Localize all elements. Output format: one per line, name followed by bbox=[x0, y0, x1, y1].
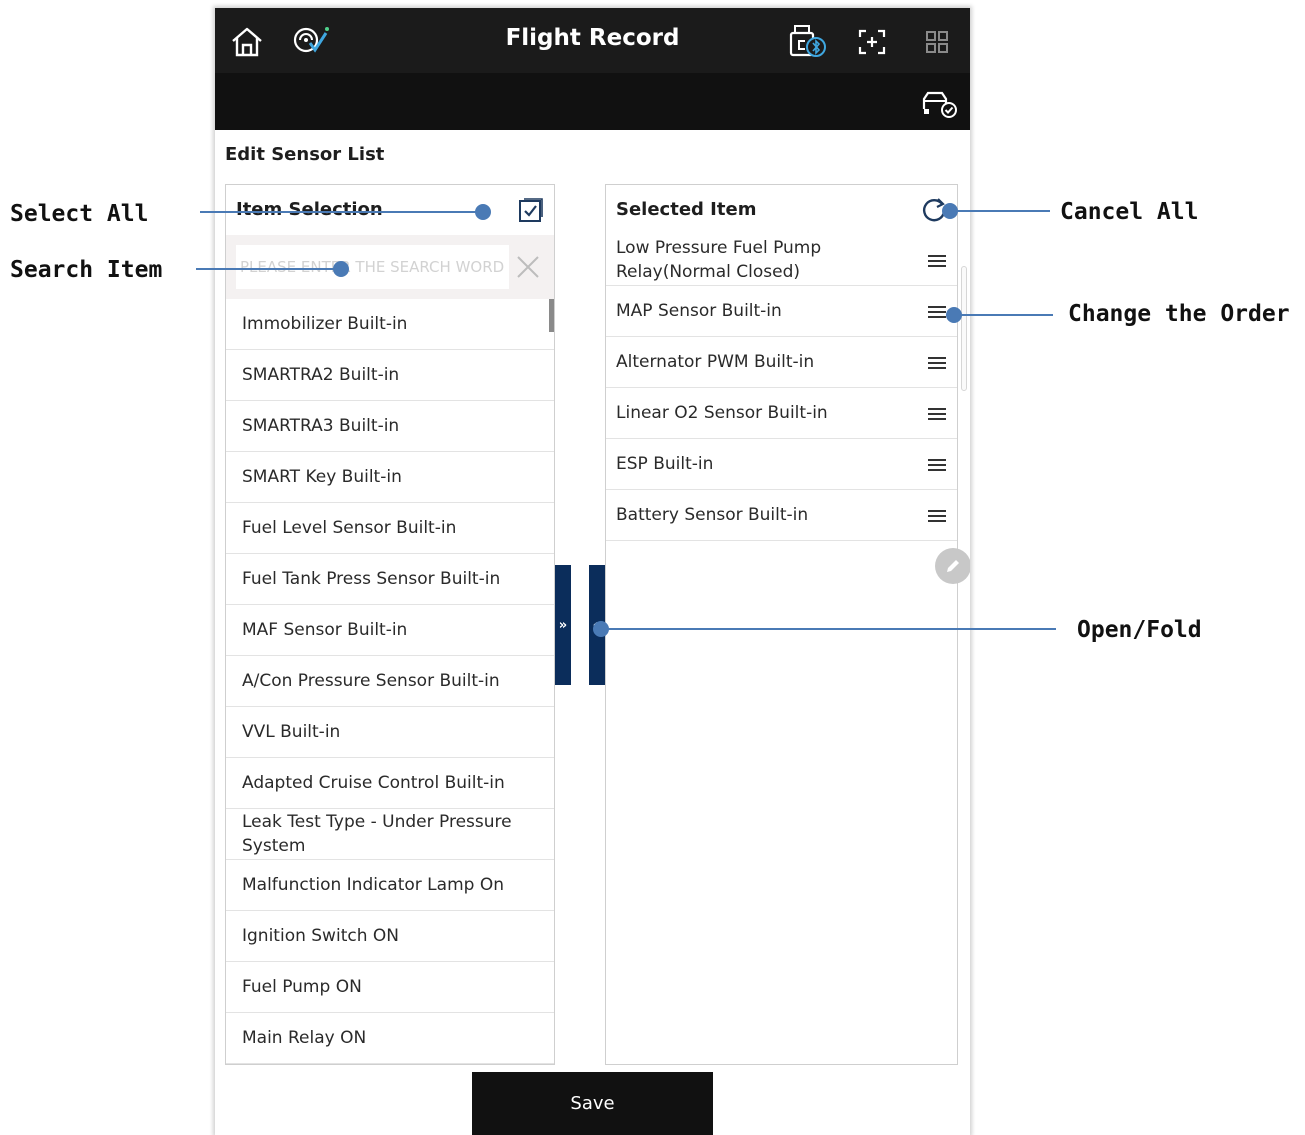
selected-item[interactable]: Linear O2 Sensor Built-in bbox=[606, 388, 957, 439]
selected-item-label: Alternator PWM Built-in bbox=[616, 352, 815, 372]
available-item-label: Main Relay ON bbox=[242, 1028, 367, 1048]
available-item[interactable]: Main Relay ON bbox=[226, 1013, 554, 1064]
selected-item-label: MAP Sensor Built-in bbox=[616, 301, 782, 321]
selected-item-label: Battery Sensor Built-in bbox=[616, 505, 809, 525]
available-item[interactable]: VVL Built-in bbox=[226, 707, 554, 758]
left-list-scrollbar[interactable] bbox=[549, 299, 554, 332]
grid-menu-icon[interactable] bbox=[924, 29, 950, 55]
available-item-label: SMART Key Built-in bbox=[242, 467, 402, 487]
sub-toolbar bbox=[215, 73, 970, 130]
search-item-annotation: Search Item bbox=[10, 257, 163, 283]
device-screen: Flight Record Edit Sensor List Item Sele… bbox=[215, 8, 970, 1135]
drag-handle-icon[interactable] bbox=[927, 457, 947, 473]
select-all-annotation: Select All bbox=[10, 201, 149, 227]
drag-handle-icon[interactable] bbox=[927, 406, 947, 422]
available-item-label: VVL Built-in bbox=[242, 722, 341, 742]
available-item-label: SMARTRA3 Built-in bbox=[242, 416, 400, 436]
drag-handle-icon[interactable] bbox=[927, 508, 947, 524]
change-order-annotation: Change the Order bbox=[1068, 301, 1290, 327]
available-item[interactable]: SMARTRA3 Built-in bbox=[226, 401, 554, 452]
open-panel-button[interactable]: » bbox=[555, 565, 571, 685]
car-check-icon[interactable] bbox=[920, 89, 958, 119]
fold-panel-button[interactable]: « bbox=[589, 565, 605, 685]
right-list-scrollbar[interactable] bbox=[961, 266, 967, 391]
search-bar bbox=[226, 235, 554, 299]
vci-bluetooth-icon[interactable] bbox=[787, 23, 829, 59]
available-item-label: MAF Sensor Built-in bbox=[242, 620, 408, 640]
available-item-label: Fuel Pump ON bbox=[242, 977, 362, 997]
available-item[interactable]: Fuel Pump ON bbox=[226, 962, 554, 1013]
available-item[interactable]: Fuel Level Sensor Built-in bbox=[226, 503, 554, 554]
available-item[interactable]: SMARTRA2 Built-in bbox=[226, 350, 554, 401]
available-item[interactable]: SMART Key Built-in bbox=[226, 452, 554, 503]
item-selection-panel: Item Selection Immobilizer Built-in SMAR… bbox=[225, 184, 555, 1065]
top-bar: Flight Record bbox=[215, 8, 970, 73]
cancel-all-refresh-icon[interactable] bbox=[920, 196, 948, 224]
available-item[interactable]: Fuel Tank Press Sensor Built-in bbox=[226, 554, 554, 605]
selected-item-header: Selected Item bbox=[606, 185, 957, 235]
available-item-label: SMARTRA2 Built-in bbox=[242, 365, 400, 385]
screen-capture-icon[interactable] bbox=[857, 28, 887, 56]
item-selection-title: Item Selection bbox=[236, 199, 383, 220]
selected-item-list: Low Pressure Fuel Pump Relay(Normal Clos… bbox=[606, 235, 957, 541]
available-item-label: Malfunction Indicator Lamp On bbox=[242, 875, 504, 895]
available-item[interactable]: Malfunction Indicator Lamp On bbox=[226, 860, 554, 911]
edit-button[interactable] bbox=[935, 548, 970, 584]
pencil-icon bbox=[947, 560, 959, 572]
available-item[interactable]: Leak Test Type - Under Pressure System bbox=[226, 809, 554, 860]
selected-item[interactable]: ESP Built-in bbox=[606, 439, 957, 490]
selected-item[interactable]: MAP Sensor Built-in bbox=[606, 286, 957, 337]
item-selection-header: Item Selection bbox=[226, 185, 554, 235]
available-item-list: Immobilizer Built-in SMARTRA2 Built-in S… bbox=[226, 299, 554, 1064]
selected-item-label: Linear O2 Sensor Built-in bbox=[616, 403, 828, 423]
drag-handle-icon[interactable] bbox=[927, 253, 947, 269]
available-item[interactable]: A/Con Pressure Sensor Built-in bbox=[226, 656, 554, 707]
available-item[interactable]: Adapted Cruise Control Built-in bbox=[226, 758, 554, 809]
clear-search-icon[interactable] bbox=[516, 255, 540, 279]
select-all-checkbox-icon[interactable] bbox=[518, 197, 544, 223]
section-title: Edit Sensor List bbox=[225, 144, 385, 165]
selected-item[interactable]: Battery Sensor Built-in bbox=[606, 490, 957, 541]
save-button[interactable]: Save bbox=[472, 1072, 713, 1135]
available-item-label: Fuel Level Sensor Built-in bbox=[242, 518, 457, 538]
selected-item-label: ESP Built-in bbox=[616, 454, 714, 474]
selected-item-title: Selected Item bbox=[616, 199, 757, 220]
available-item-label: Fuel Tank Press Sensor Built-in bbox=[242, 569, 501, 589]
available-item-label: Adapted Cruise Control Built-in bbox=[242, 773, 505, 793]
available-item-label: Leak Test Type - Under Pressure System bbox=[242, 812, 512, 856]
available-item[interactable]: Immobilizer Built-in bbox=[226, 299, 554, 350]
available-item-label: A/Con Pressure Sensor Built-in bbox=[242, 671, 500, 691]
selected-item-label: Low Pressure Fuel Pump Relay(Normal Clos… bbox=[616, 238, 822, 282]
selected-item-panel: Selected Item Low Pressure Fuel Pump Rel… bbox=[605, 184, 958, 1065]
drag-handle-icon[interactable] bbox=[927, 304, 947, 320]
selected-item[interactable]: Low Pressure Fuel Pump Relay(Normal Clos… bbox=[606, 235, 957, 286]
open-fold-annotation: Open/Fold bbox=[1077, 617, 1202, 643]
selected-item[interactable]: Alternator PWM Built-in bbox=[606, 337, 957, 388]
available-item-label: Immobilizer Built-in bbox=[242, 314, 408, 334]
available-item-label: Ignition Switch ON bbox=[242, 926, 399, 946]
available-item[interactable]: MAF Sensor Built-in bbox=[226, 605, 554, 656]
search-input[interactable] bbox=[236, 245, 509, 289]
available-item[interactable]: Ignition Switch ON bbox=[226, 911, 554, 962]
cancel-all-annotation: Cancel All bbox=[1060, 199, 1199, 225]
drag-handle-icon[interactable] bbox=[927, 355, 947, 371]
